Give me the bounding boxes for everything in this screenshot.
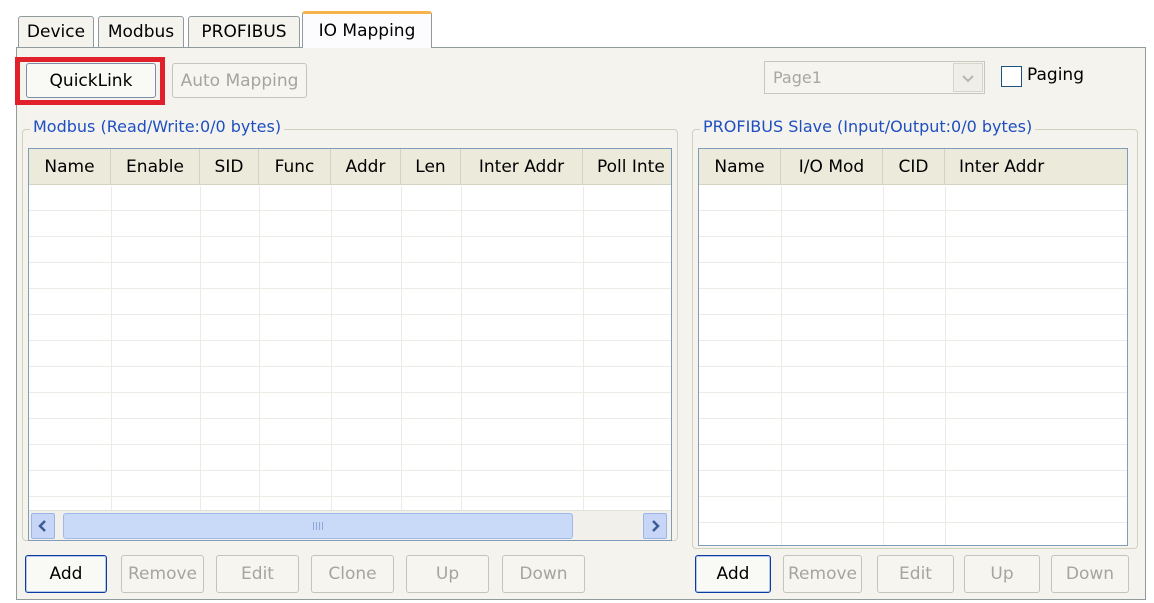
- modbus-edit-button[interactable]: Edit: [216, 555, 299, 593]
- tab-profibus[interactable]: PROFIBUS: [188, 16, 300, 47]
- column-header[interactable]: Poll Inte: [583, 149, 671, 185]
- profibus-group-title: PROFIBUS Slave (Input/Output:0/0 bytes): [700, 117, 1036, 136]
- chevron-down-icon[interactable]: [953, 63, 983, 92]
- quicklink-button[interactable]: QuickLink: [26, 63, 156, 98]
- profibus-up-button[interactable]: Up: [964, 555, 1040, 593]
- profibus-table-header: Name I/O Mod CID Inter Addr: [699, 149, 1127, 185]
- tab-io-mapping[interactable]: IO Mapping: [302, 11, 432, 48]
- paging-label: Paging: [1027, 65, 1084, 85]
- modbus-horizontal-scrollbar[interactable]: [29, 510, 671, 540]
- column-header[interactable]: Len: [401, 149, 461, 185]
- modbus-remove-button[interactable]: Remove: [121, 555, 204, 593]
- column-header[interactable]: Name: [699, 149, 781, 185]
- profibus-grid-lines: [699, 186, 1127, 545]
- auto-mapping-button[interactable]: Auto Mapping: [172, 63, 307, 98]
- column-header[interactable]: Inter Addr: [461, 149, 583, 185]
- column-header[interactable]: Addr: [331, 149, 401, 185]
- tab-device[interactable]: Device: [18, 16, 94, 47]
- modbus-group-title: Modbus (Read/Write:0/0 bytes): [30, 117, 285, 136]
- page-select[interactable]: Page1: [764, 61, 985, 94]
- modbus-grid-lines: [29, 186, 671, 540]
- scroll-right-icon[interactable]: [643, 513, 667, 539]
- scroll-left-icon[interactable]: [31, 513, 55, 539]
- profibus-table[interactable]: Name I/O Mod CID Inter Addr: [698, 148, 1128, 546]
- modbus-add-button[interactable]: Add: [25, 555, 107, 593]
- column-header[interactable]: Inter Addr: [945, 149, 1127, 185]
- modbus-clone-button[interactable]: Clone: [311, 555, 394, 593]
- modbus-table[interactable]: Name Enable SID Func Addr Len Inter Addr…: [28, 148, 672, 541]
- column-header[interactable]: Func: [259, 149, 331, 185]
- column-header[interactable]: Enable: [111, 149, 200, 185]
- profibus-remove-button[interactable]: Remove: [783, 555, 862, 593]
- column-header[interactable]: CID: [883, 149, 945, 185]
- column-header[interactable]: I/O Mod: [781, 149, 883, 185]
- tab-modbus[interactable]: Modbus: [98, 16, 184, 47]
- paging-checkbox[interactable]: [1001, 66, 1022, 87]
- modbus-up-button[interactable]: Up: [406, 555, 489, 593]
- profibus-add-button[interactable]: Add: [695, 555, 771, 593]
- column-header[interactable]: SID: [200, 149, 259, 185]
- column-header[interactable]: Name: [29, 149, 111, 185]
- scroll-thumb[interactable]: [63, 513, 573, 539]
- profibus-down-button[interactable]: Down: [1051, 555, 1129, 593]
- profibus-edit-button[interactable]: Edit: [877, 555, 954, 593]
- page-select-value: Page1: [773, 68, 822, 87]
- modbus-down-button[interactable]: Down: [502, 555, 585, 593]
- modbus-table-header: Name Enable SID Func Addr Len Inter Addr…: [29, 149, 671, 185]
